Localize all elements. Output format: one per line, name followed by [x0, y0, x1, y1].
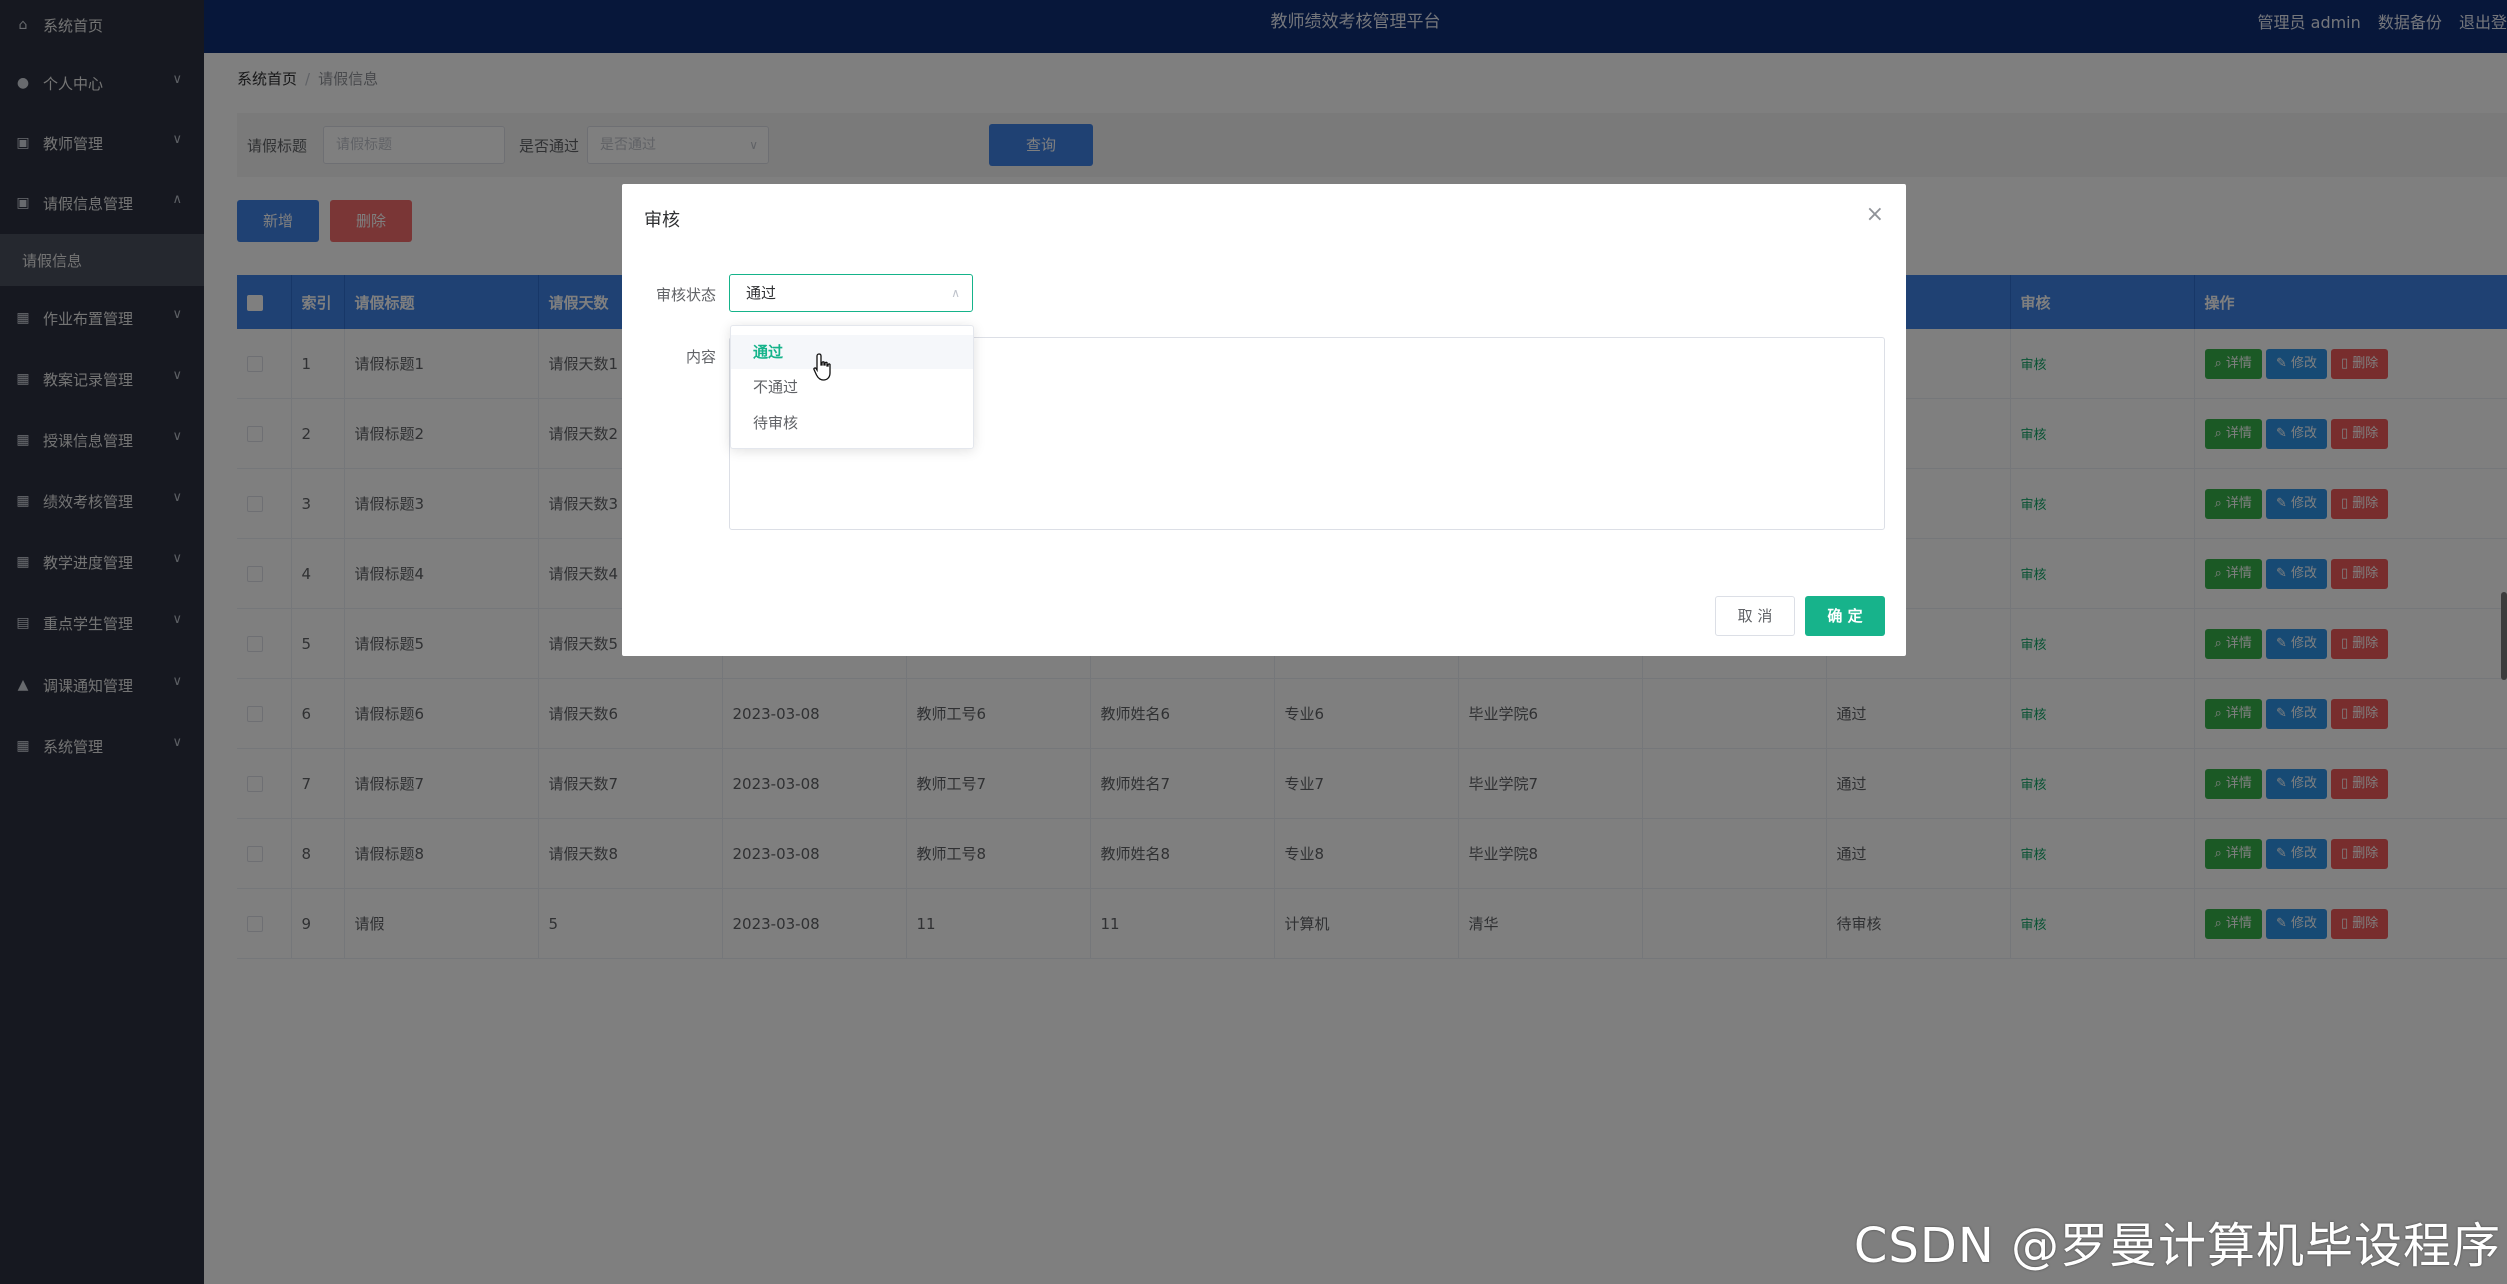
hand-cursor-icon [813, 353, 831, 381]
close-icon[interactable]: × [1866, 202, 1884, 227]
chevron-up-icon: ∧ [951, 286, 960, 300]
audit-status-select[interactable]: 通过 ∧ [729, 274, 973, 312]
dialog-title: 审核 [644, 210, 680, 231]
dropdown-option-fail[interactable]: 不通过 [731, 370, 973, 404]
confirm-button[interactable]: 确 定 [1805, 596, 1885, 636]
cancel-button[interactable]: 取 消 [1715, 596, 1795, 636]
watermark: CSDN @罗曼计算机毕设程序 [1853, 1218, 2501, 1274]
dropdown-option-pending[interactable]: 待审核 [731, 406, 973, 440]
audit-status-label: 审核状态 [656, 286, 717, 304]
scrollbar-thumb[interactable] [2501, 592, 2507, 680]
content-label: 内容 [686, 348, 717, 366]
audit-status-value: 通过 [746, 284, 777, 302]
dropdown-option-pass[interactable]: 通过 [731, 335, 973, 369]
audit-status-dropdown: 通过 不通过 待审核 [730, 325, 974, 449]
